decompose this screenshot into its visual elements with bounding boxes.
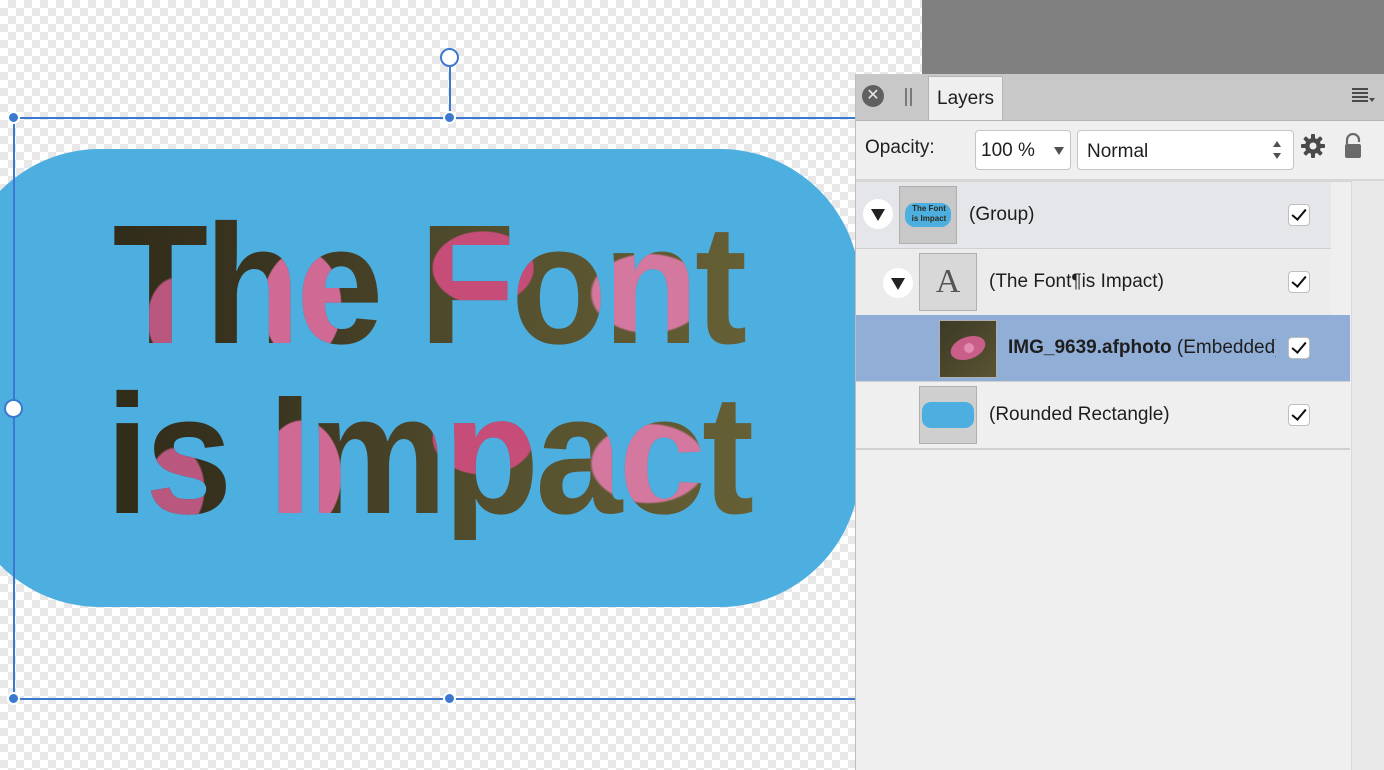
- layer-row-group[interactable]: The Font is Impact (Group): [856, 182, 1331, 248]
- visibility-checkbox[interactable]: [1288, 271, 1310, 293]
- tab-layers[interactable]: Layers: [928, 76, 1004, 120]
- layers-panel: ✕ Layers Opacity: 100 % Normal The Font …: [855, 74, 1384, 770]
- layer-row-text[interactable]: A (The Font¶is Impact): [856, 248, 1331, 315]
- panel-menu-icon[interactable]: [1352, 86, 1375, 106]
- resize-handle-middle-left[interactable]: [4, 399, 23, 418]
- artwork-text-line-1[interactable]: The Font: [34, 200, 822, 370]
- opacity-value: 100 %: [981, 140, 1035, 161]
- panel-tab-bar: ✕ Layers: [856, 74, 1384, 121]
- group-thumbnail-text: The Font is Impact: [911, 204, 947, 223]
- resize-handle-bottom-center[interactable]: [443, 692, 456, 705]
- visibility-checkbox[interactable]: [1288, 337, 1310, 359]
- layer-list: The Font is Impact (Group) A (The Font¶i…: [856, 182, 1384, 450]
- group-thumbnail: The Font is Impact: [899, 186, 957, 244]
- blend-mode-select[interactable]: Normal: [1077, 130, 1294, 170]
- layer-name-bold: IMG_9639.afphoto: [1008, 337, 1172, 358]
- visibility-checkbox[interactable]: [1288, 204, 1310, 226]
- selection-box-bottom-edge: [14, 698, 856, 700]
- opacity-label: Opacity:: [865, 137, 935, 158]
- workspace-background: [922, 0, 1384, 74]
- resize-handle-top-center[interactable]: [443, 111, 456, 124]
- blend-mode-value: Normal: [1087, 141, 1149, 162]
- lock-icon[interactable]: [1342, 133, 1364, 159]
- panel-grip-icon[interactable]: [904, 88, 914, 106]
- expand-triangle-icon[interactable]: [883, 268, 913, 298]
- layer-name: (Rounded Rectangle): [989, 404, 1170, 425]
- layer-name: (The Font¶is Impact): [989, 271, 1164, 292]
- chevron-down-icon: [1054, 147, 1064, 155]
- selection-box-top-edge: [14, 117, 856, 119]
- resize-handle-top-left[interactable]: [7, 111, 20, 124]
- document-canvas[interactable]: The Font is Impact: [0, 0, 856, 770]
- layer-name: (Group): [969, 204, 1035, 225]
- layer-row-image[interactable]: IMG_9639.afphoto (Embedded): [856, 315, 1350, 381]
- opacity-dropdown[interactable]: 100 %: [975, 130, 1071, 170]
- text-layer-glyph: A: [935, 263, 961, 300]
- visibility-checkbox[interactable]: [1288, 404, 1310, 426]
- expand-triangle-icon[interactable]: [863, 199, 893, 229]
- gear-icon[interactable]: [1300, 133, 1326, 159]
- image-layer-thumbnail: [939, 320, 997, 378]
- close-icon[interactable]: ✕: [862, 85, 884, 107]
- layer-name: IMG_9639.afphoto (Embedded): [1008, 337, 1276, 359]
- scrollbar[interactable]: [1351, 181, 1384, 770]
- artwork-text-line-2[interactable]: is Impact: [34, 370, 822, 540]
- layer-name-suffix: (Embedded): [1171, 337, 1276, 358]
- resize-handle-bottom-left[interactable]: [7, 692, 20, 705]
- text-layer-thumbnail: A: [919, 253, 977, 311]
- rectangle-thumbnail: [919, 386, 977, 444]
- layer-row-rounded-rectangle[interactable]: (Rounded Rectangle): [856, 381, 1350, 450]
- stepper-arrows-icon: [1273, 139, 1283, 161]
- layer-controls: Opacity: 100 % Normal: [856, 121, 1384, 182]
- rotation-handle[interactable]: [440, 48, 459, 67]
